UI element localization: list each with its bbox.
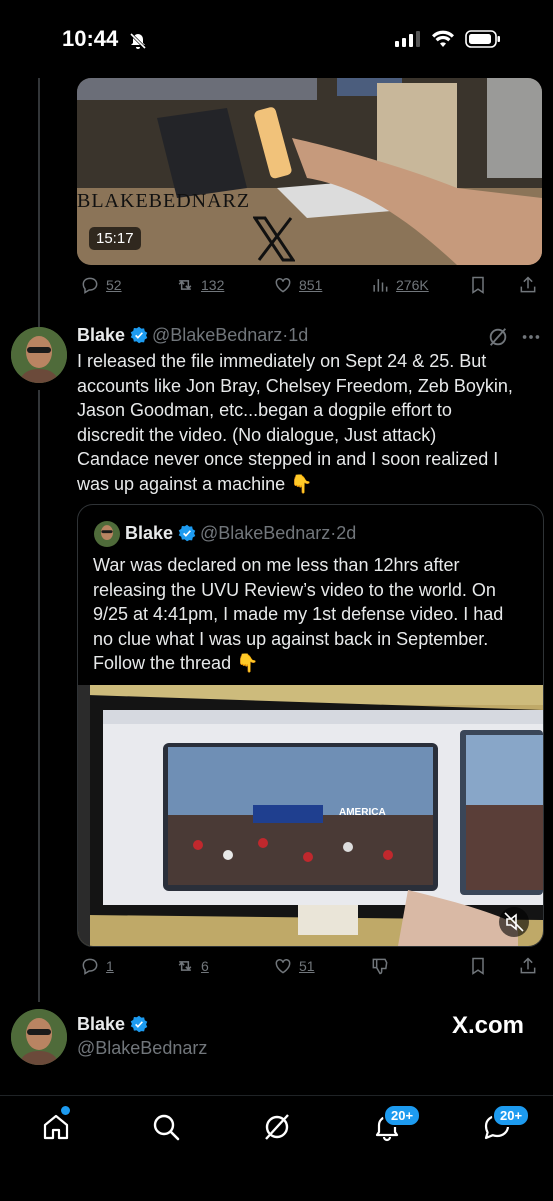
quote-author-name: Blake: [125, 523, 174, 543]
share-icon: [520, 957, 536, 974]
footer-handle[interactable]: @BlakeBednarz: [77, 1038, 207, 1059]
thread-line: [38, 390, 40, 1002]
wifi-icon: [432, 30, 454, 47]
nav-search[interactable]: [151, 1112, 181, 1142]
tweet-line: accounts like Jon Bray, Chelsey Freedom,…: [77, 375, 513, 396]
view-count: 276K: [396, 277, 429, 293]
footer-avatar[interactable]: [11, 1009, 67, 1065]
messages-badge: 20+: [492, 1104, 531, 1127]
nav-home[interactable]: [41, 1106, 71, 1142]
tweet-time: 1d: [288, 325, 309, 345]
footer-name[interactable]: Blake: [77, 1014, 125, 1034]
verified-badge-icon: [130, 1015, 147, 1033]
quote-line: War was declared on me less than 12hrs a…: [93, 555, 460, 575]
screen-sign-text: AMERICA: [339, 807, 386, 818]
video-watermark: BLAKEBEDNARZ: [77, 190, 251, 212]
avatar[interactable]: [11, 327, 67, 383]
tweet-text: I released the file immediately on Sept …: [77, 349, 547, 496]
tweet-line: I released the file immediately on Sept …: [77, 351, 487, 371]
bookmark-icon: [472, 957, 484, 975]
nav-grok[interactable]: [262, 1112, 292, 1142]
x-brand-text: X.com: [452, 1012, 525, 1039]
quote-video-frame: [78, 685, 543, 946]
repost-count: 132: [201, 277, 225, 293]
tweet-line: discredit the video. (No dialogue, Just …: [77, 424, 437, 445]
x-logo-icon: [252, 216, 296, 265]
status-time: 10:44: [62, 26, 119, 51]
downvote-button[interactable]: [370, 956, 390, 976]
repost-count: 6: [201, 958, 209, 974]
verified-badge-icon: [178, 524, 195, 542]
video-thumbnail[interactable]: BLAKEBEDNARZ 15:17: [77, 78, 542, 265]
quote-author-handle: @BlakeBednarz: [199, 523, 331, 543]
quote-line: 9/25 at 4:41pm, I made my 1st defense vi…: [93, 604, 504, 624]
verified-badge-icon: [130, 326, 147, 344]
footer-name-row: Blake: [77, 1014, 148, 1035]
views-icon: [373, 279, 388, 292]
tweet-header: Blake @BlakeBednarz·1d: [77, 325, 308, 346]
share-button[interactable]: [518, 956, 538, 976]
repost-icon: [178, 961, 192, 971]
video-frame: [77, 78, 542, 265]
grok-icon: [265, 1114, 289, 1140]
bookmark-icon: [472, 276, 484, 294]
author-name[interactable]: Blake: [77, 325, 125, 345]
share-button[interactable]: [518, 275, 538, 295]
reply-count: 1: [106, 958, 114, 974]
bookmark-button[interactable]: [468, 956, 488, 976]
quote-time: 2d: [336, 523, 357, 543]
tweet-actions: 1 6 51: [0, 956, 553, 978]
battery-icon: [465, 30, 500, 48]
tweet-actions: 52 132 851 276K: [0, 275, 553, 297]
quote-text: War was declared on me less than 12hrs a…: [93, 553, 538, 676]
like-count: 51: [299, 958, 315, 974]
like-count: 851: [299, 277, 323, 293]
home-icon: [43, 1114, 69, 1140]
repost-button[interactable]: 132: [175, 275, 224, 295]
repost-button[interactable]: 6: [175, 956, 209, 976]
notifications-badge: 20+: [383, 1104, 422, 1127]
heart-icon: [275, 277, 291, 293]
thumbs-down-icon: [372, 958, 388, 975]
search-icon: [153, 1114, 180, 1141]
tweet-line: Jason Goodman, etc...began a dogpile eff…: [77, 400, 452, 420]
author-handle[interactable]: @BlakeBednarz: [152, 325, 282, 345]
share-icon: [520, 276, 536, 293]
mute-button[interactable]: [499, 907, 529, 937]
video-duration: 15:17: [89, 227, 141, 250]
quote-avatar: [94, 521, 120, 547]
like-button[interactable]: 851: [273, 275, 322, 295]
heart-icon: [275, 958, 291, 974]
reply-count: 52: [106, 277, 122, 293]
speaker-muted-icon: [504, 912, 524, 932]
tweet-line: was up against a machine 👇: [77, 473, 313, 494]
quote-line: Follow the thread 👇: [93, 653, 259, 673]
tweet-line: Candace never once stepped in and I soon…: [77, 449, 499, 469]
home-unread-dot: [61, 1106, 70, 1115]
quote-video[interactable]: AMERICA: [78, 685, 543, 946]
views-button[interactable]: 276K: [370, 275, 429, 295]
reply-icon: [82, 958, 98, 975]
reply-button[interactable]: 52: [80, 275, 122, 295]
status-icons: [395, 30, 501, 48]
bottom-nav: 20+ 20+: [0, 1095, 553, 1201]
quoted-tweet[interactable]: Blake @BlakeBednarz·2d War was declared …: [77, 504, 544, 947]
reply-button[interactable]: 1: [80, 956, 114, 976]
signal-icon: [395, 31, 420, 47]
quote-line: releasing the UVU Review’s video to the …: [93, 579, 496, 600]
bell-muted-icon: [128, 31, 148, 56]
bookmark-button[interactable]: [468, 275, 488, 295]
quote-header: Blake @BlakeBednarz·2d: [125, 523, 356, 544]
repost-icon: [178, 280, 192, 290]
quote-line: no clue what I was up against back in Se…: [93, 628, 489, 649]
like-button[interactable]: 51: [273, 956, 315, 976]
reply-icon: [82, 277, 98, 294]
